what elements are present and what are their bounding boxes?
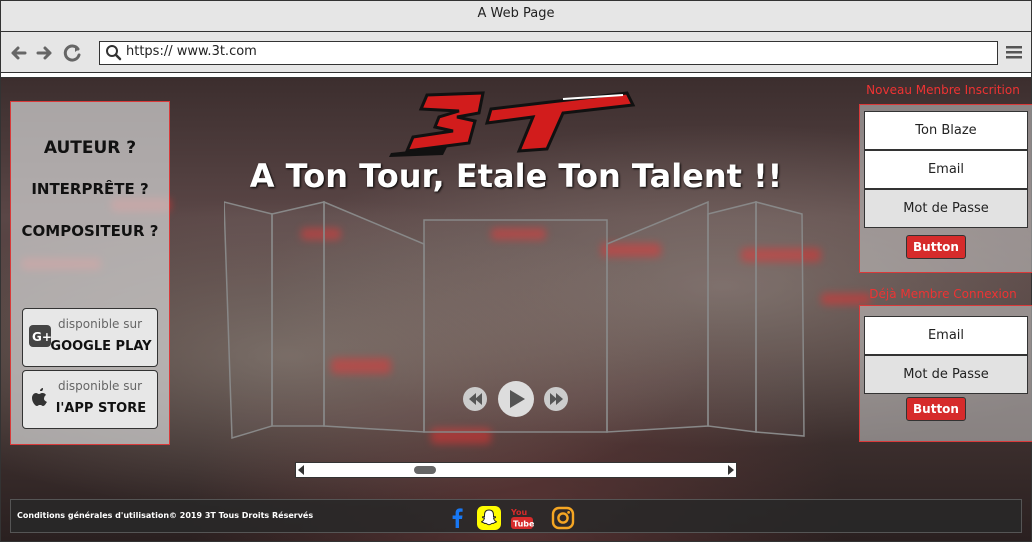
address-bar[interactable]: https:// www.3t.com xyxy=(99,41,998,65)
google-play-button[interactable]: G+ disponible sur GOOGLE PLAY xyxy=(22,308,158,367)
register-form: Ton Blaze Email Mot de Passe Button xyxy=(859,104,1032,273)
login-form: Email Mot de Passe Button xyxy=(859,305,1032,442)
store-available-label: disponible sur xyxy=(57,379,143,393)
instagram-icon[interactable] xyxy=(551,506,575,530)
footer-legal-text[interactable]: Conditions générales d'utilisation© 2019… xyxy=(17,511,313,520)
play-button xyxy=(498,381,534,417)
store-name: GOOGLE PLAY xyxy=(50,339,152,354)
register-password-input[interactable]: Mot de Passe xyxy=(864,189,1028,228)
login-button[interactable]: Button xyxy=(906,397,966,421)
role-interprete[interactable]: INTERPRÊTE ? xyxy=(11,180,169,198)
svg-text:You: You xyxy=(510,508,528,517)
youtube-icon[interactable]: You Tube xyxy=(510,506,534,530)
menu-icon[interactable] xyxy=(1005,43,1023,61)
forward-arrow-icon[interactable] xyxy=(34,43,54,63)
username-input[interactable]: Ton Blaze xyxy=(864,111,1028,150)
horizontal-scrollbar[interactable] xyxy=(295,462,737,478)
reload-icon[interactable] xyxy=(63,43,83,63)
fast-forward-button xyxy=(544,387,568,411)
hero-tagline: A Ton Tour, Etale Ton Talent !! xyxy=(249,157,783,195)
media-player xyxy=(463,381,568,417)
store-name: l'APP STORE xyxy=(55,401,147,416)
login-email-input[interactable]: Email xyxy=(864,316,1028,355)
3t-logo xyxy=(389,91,636,157)
register-title: Noveau Menbre Inscrition xyxy=(866,83,1020,97)
register-button[interactable]: Button xyxy=(906,235,966,259)
role-auteur[interactable]: AUTEUR ? xyxy=(11,138,169,158)
rewind-button xyxy=(463,387,487,411)
store-available-label: disponible sur xyxy=(57,317,143,331)
snapchat-icon[interactable] xyxy=(477,506,501,530)
login-title: Déjà Membre Connexion xyxy=(869,287,1017,301)
window-title: A Web Page xyxy=(1,1,1031,32)
scroll-left-icon[interactable] xyxy=(298,465,304,475)
search-icon xyxy=(106,45,122,61)
register-email-input[interactable]: Email xyxy=(864,150,1028,189)
url-text: https:// www.3t.com xyxy=(126,44,257,59)
scroll-thumb[interactable] xyxy=(414,466,436,474)
role-compositeur[interactable]: COMPOSITEUR ? xyxy=(11,222,169,240)
app-store-button[interactable]: disponible sur l'APP STORE xyxy=(22,370,158,429)
facebook-icon[interactable] xyxy=(445,506,469,530)
svg-text:Tube: Tube xyxy=(513,520,534,529)
login-password-input[interactable]: Mot de Passe xyxy=(864,355,1028,394)
back-arrow-icon[interactable] xyxy=(9,43,29,63)
scroll-right-icon[interactable] xyxy=(728,465,734,475)
